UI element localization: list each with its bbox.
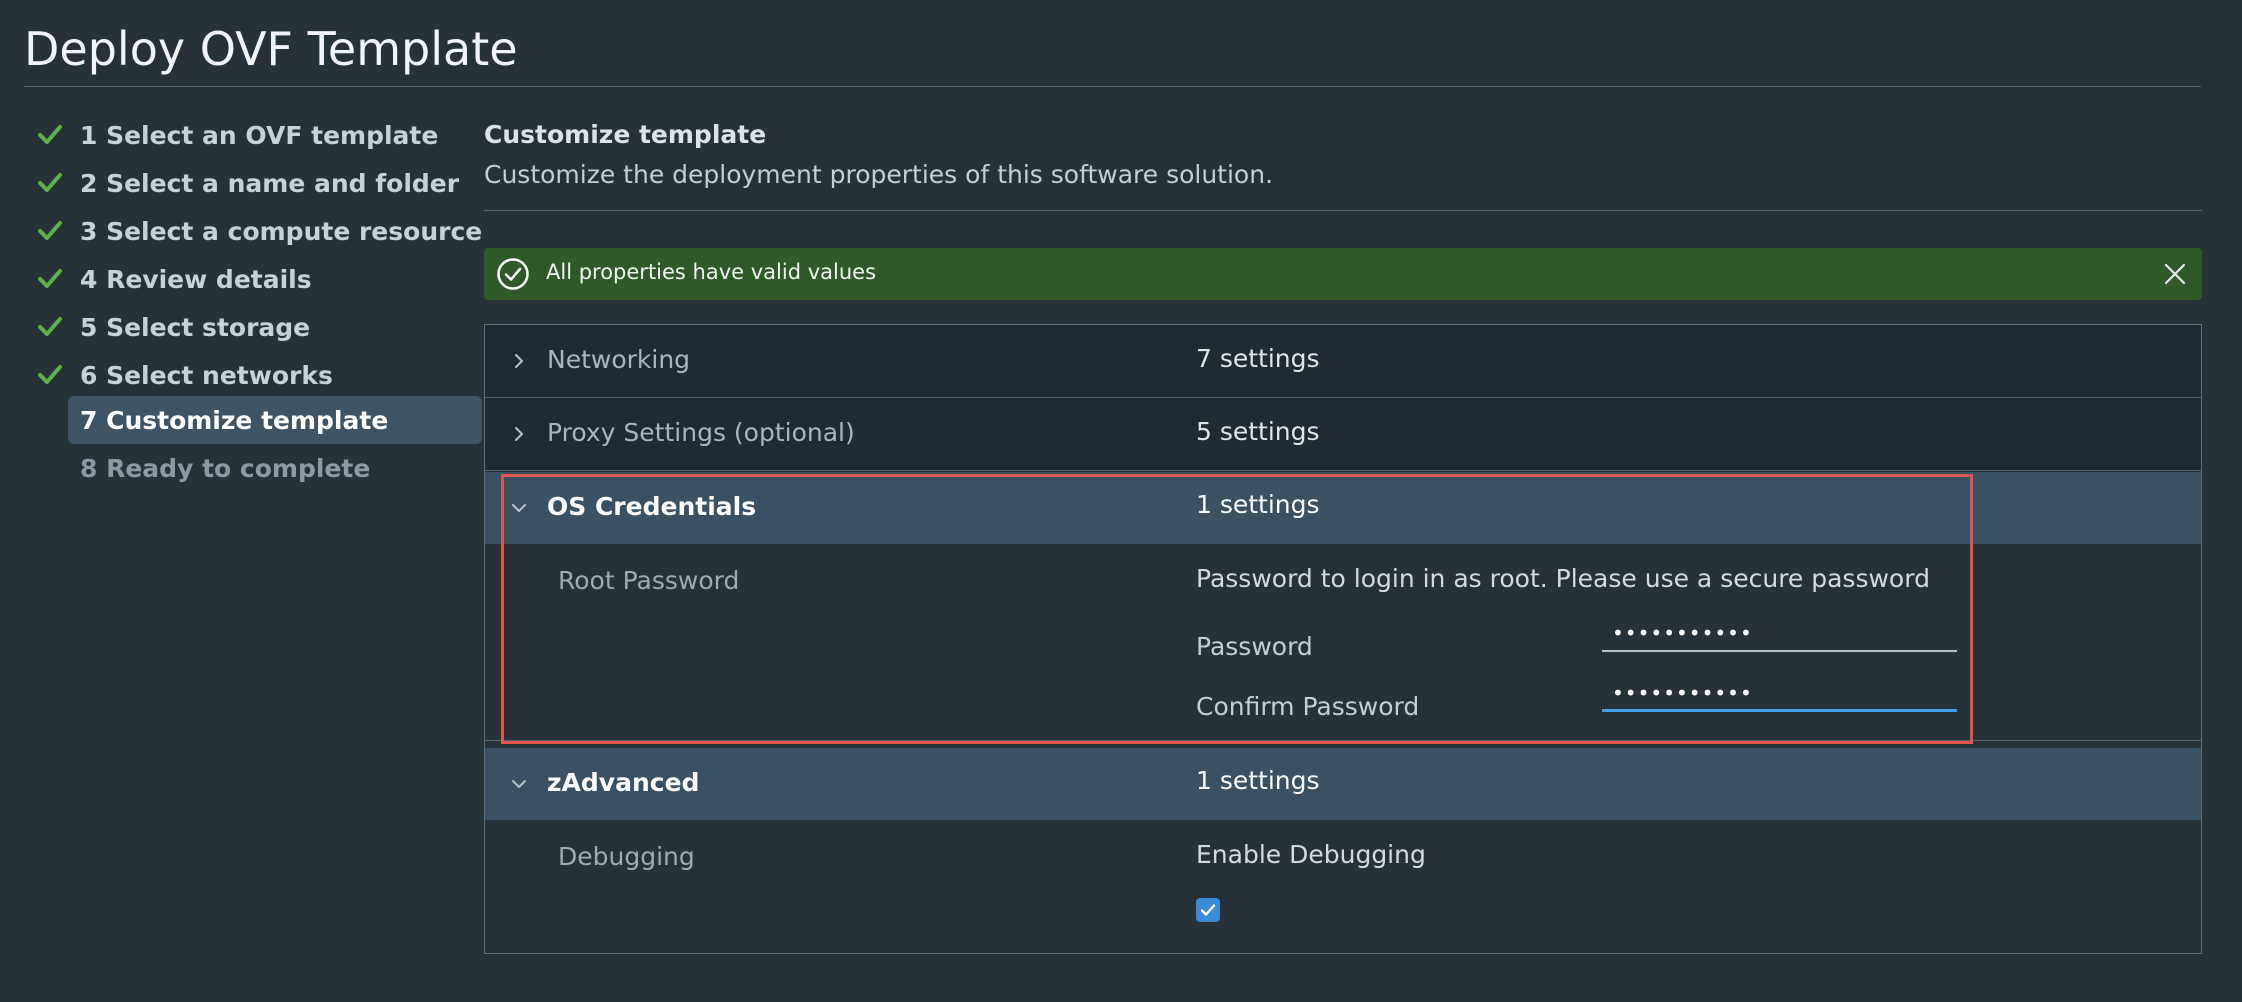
checkmark-icon <box>38 269 62 288</box>
page-title: Deploy OVF Template <box>24 22 518 76</box>
close-icon[interactable] <box>2160 259 2190 289</box>
title-divider <box>24 86 2201 87</box>
group-count: 1 settings <box>1196 766 1320 795</box>
section-description: Customize the deployment properties of t… <box>484 160 1274 189</box>
group-count: 1 settings <box>1196 490 1320 519</box>
group-label: Networking <box>547 345 691 374</box>
chevron-down-icon[interactable] <box>511 776 527 792</box>
chevron-right-icon[interactable] <box>511 353 527 369</box>
property-name: Root Password <box>558 566 740 595</box>
step-label: 3 Select a compute resource <box>80 216 483 246</box>
group-zadvanced[interactable]: zAdvanced 1 settings <box>485 748 2201 820</box>
group-networking[interactable]: Networking 7 settings <box>485 325 2201 398</box>
step-label: 2 Select a name and folder <box>80 168 460 198</box>
step-label: 5 Select storage <box>80 312 311 342</box>
section-title: Customize template <box>484 120 767 149</box>
group-count: 5 settings <box>1196 417 1320 446</box>
step-2[interactable]: 2 Select a name and folder <box>36 159 459 207</box>
password-label: Password <box>1196 632 1313 661</box>
group-label: Proxy Settings (optional) <box>547 418 855 447</box>
group-label: OS Credentials <box>547 492 757 521</box>
confirm-password-input[interactable] <box>1602 676 1957 712</box>
property-description: Enable Debugging <box>1196 840 1426 869</box>
step-6[interactable]: 6 Select networks <box>36 351 446 399</box>
step-label: 6 Select networks <box>80 360 333 390</box>
checkmark-icon <box>38 221 62 240</box>
group-label: zAdvanced <box>547 768 700 797</box>
main-header: Customize template Customize the deploym… <box>484 120 2202 189</box>
property-name: Debugging <box>558 842 695 871</box>
step-5[interactable]: 5 Select storage <box>36 303 446 351</box>
zadvanced-body: Debugging Enable Debugging <box>485 820 2201 952</box>
group-proxy-settings[interactable]: Proxy Settings (optional) 5 settings <box>485 398 2201 471</box>
step-8: 8 Ready to complete <box>36 444 446 492</box>
checkmark-icon <box>1200 904 1216 916</box>
confirm-password-label: Confirm Password <box>1196 692 1420 721</box>
group-os-credentials[interactable]: OS Credentials 1 settings <box>485 472 2201 544</box>
checkmark-icon <box>38 173 62 192</box>
property-description: Password to login in as root. Please use… <box>1196 564 1930 593</box>
step-label: 4 Review details <box>80 264 312 294</box>
password-input[interactable] <box>1602 616 1957 652</box>
alert-message: All properties have valid values <box>546 260 877 284</box>
checkmark-icon <box>38 365 62 384</box>
step-label: 7 Customize template <box>80 405 389 435</box>
step-4[interactable]: 4 Review details <box>36 255 446 303</box>
success-circle-icon <box>497 258 529 290</box>
checkmark-icon <box>38 317 62 336</box>
header-divider <box>484 210 2202 211</box>
group-count: 7 settings <box>1196 344 1320 373</box>
deploy-ovf-dialog: Deploy OVF Template 1 Select an OVF temp… <box>0 0 2242 1002</box>
validation-alert: All properties have valid values <box>484 248 2202 300</box>
step-3[interactable]: 3 Select a compute resource <box>36 207 482 255</box>
properties-grid: Networking 7 settings Proxy Settings (op… <box>484 324 2202 954</box>
step-7-current[interactable]: 7 Customize template <box>36 396 482 444</box>
chevron-right-icon[interactable] <box>511 426 527 442</box>
step-label: 1 Select an OVF template <box>80 120 439 150</box>
step-1[interactable]: 1 Select an OVF template <box>36 111 446 159</box>
chevron-down-icon[interactable] <box>511 500 527 516</box>
os-credentials-body: Root Password Password to login in as ro… <box>485 544 2201 741</box>
enable-debugging-checkbox[interactable] <box>1196 898 1220 922</box>
step-label: 8 Ready to complete <box>80 453 371 483</box>
checkmark-icon <box>38 125 62 144</box>
